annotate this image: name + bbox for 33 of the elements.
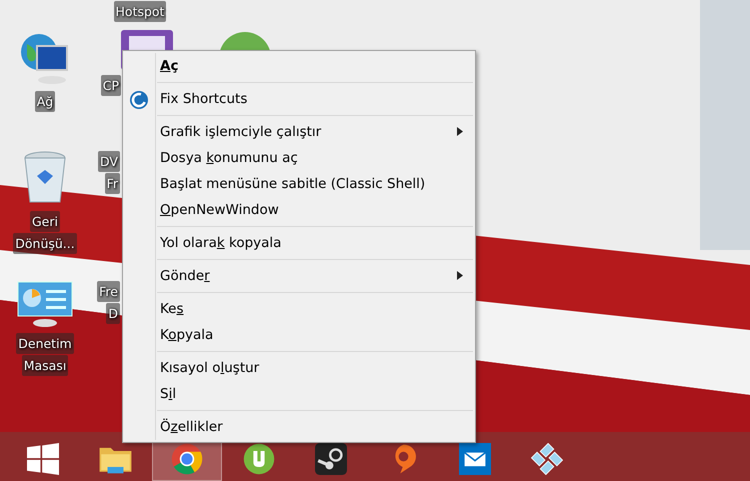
icon-label: Geri bbox=[30, 211, 60, 232]
icon-label: DV bbox=[98, 151, 120, 172]
icon-label: Dönüşü... bbox=[13, 233, 77, 254]
mail-icon bbox=[459, 443, 491, 475]
cross-shapes-icon bbox=[531, 443, 563, 475]
icon-label: Ağ bbox=[34, 91, 56, 112]
icon-label: Denetim bbox=[16, 333, 74, 354]
torrent-icon bbox=[243, 443, 275, 475]
control-panel-icon bbox=[16, 280, 74, 328]
menu-item[interactable]: Özellikler bbox=[123, 414, 475, 440]
menu-item[interactable]: Aç bbox=[123, 53, 475, 79]
menu-item[interactable]: Kısayol oluştur bbox=[123, 355, 475, 381]
submenu-arrow-icon bbox=[457, 127, 463, 136]
icon-label: Hotspot bbox=[114, 1, 166, 22]
menu-item[interactable]: Sil bbox=[123, 381, 475, 407]
icon-label: Masası bbox=[22, 355, 68, 376]
icon-label: Fr bbox=[104, 173, 120, 194]
menu-item[interactable]: Kopyala bbox=[123, 322, 475, 348]
menu-item[interactable]: Başlat menüsüne sabitle (Classic Shell) bbox=[123, 171, 475, 197]
menu-item[interactable]: Fix Shortcuts bbox=[123, 86, 475, 112]
submenu-arrow-icon bbox=[457, 271, 463, 280]
menu-item[interactable]: Dosya konumunu aç bbox=[123, 145, 475, 171]
icon-label: Fre bbox=[97, 281, 120, 302]
menu-item[interactable]: Gönder bbox=[123, 263, 475, 289]
menu-item[interactable]: OpenNewWindow bbox=[123, 197, 475, 223]
icon-label: CP bbox=[100, 75, 121, 96]
menu-item[interactable]: Grafik işlemciyle çalıştır bbox=[123, 119, 475, 145]
menu-item[interactable]: Yol olarak kopyala bbox=[123, 230, 475, 256]
windows-logo-icon bbox=[27, 443, 59, 475]
c-logo-icon bbox=[130, 91, 148, 109]
chrome-icon bbox=[171, 443, 203, 475]
menu-item[interactable]: Kes bbox=[123, 296, 475, 322]
steam-icon bbox=[315, 443, 347, 475]
